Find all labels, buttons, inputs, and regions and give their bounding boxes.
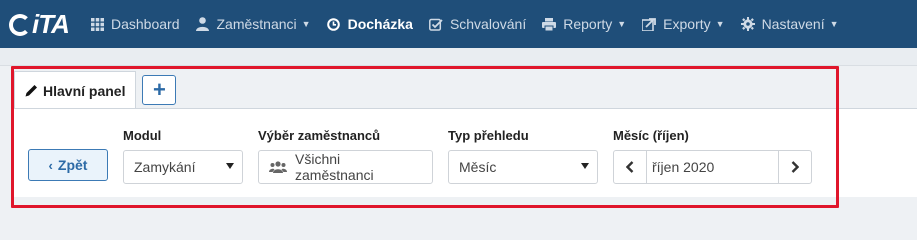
top-navbar: iTA Dashboard Zaměstnanci ▼ Docházka Sch…: [0, 0, 917, 48]
caret-down-icon: [581, 163, 589, 169]
back-button[interactable]: ‹ Zpět: [28, 149, 108, 181]
nav-item-exports[interactable]: Exporty ▼: [634, 0, 732, 48]
back-button-label: Zpět: [57, 157, 88, 173]
tab-main-panel[interactable]: Hlavní panel: [14, 71, 137, 109]
nav-item-dashboard[interactable]: Dashboard: [82, 0, 188, 48]
export-icon: [642, 17, 657, 31]
nav-label: Docházka: [347, 16, 413, 32]
overview-value: Měsíc: [459, 159, 497, 175]
grid-icon: [90, 17, 104, 31]
module-select[interactable]: Zamykání: [123, 150, 243, 184]
month-picker: říjen 2020: [613, 150, 812, 184]
nav-item-attendance[interactable]: Docházka: [319, 0, 421, 48]
employees-label: Výběr zaměstnanců: [258, 128, 381, 143]
month-label: Měsíc (říjen): [613, 128, 689, 143]
overview-select[interactable]: Měsíc: [448, 150, 598, 184]
next-month-button[interactable]: [778, 150, 812, 184]
check-square-icon: [428, 17, 443, 31]
chevron-down-icon: ▼: [715, 19, 725, 29]
gear-icon: [740, 17, 755, 31]
subheader-strip: [0, 48, 917, 66]
logo-text: iTA: [32, 8, 70, 39]
prev-month-button[interactable]: [613, 150, 647, 184]
print-icon: [542, 17, 557, 31]
user-icon: [196, 17, 210, 31]
tab-label: Hlavní panel: [43, 82, 126, 99]
clock-icon: [327, 17, 341, 31]
chevron-left-icon: [626, 161, 634, 173]
employees-select[interactable]: Všichni zaměstnanci: [258, 150, 433, 184]
users-icon: [269, 161, 287, 173]
nav-item-approvals[interactable]: Schvalování: [421, 0, 534, 48]
nav-label: Reporty: [563, 16, 613, 32]
caret-down-icon: [226, 163, 234, 169]
app-logo[interactable]: iTA: [0, 0, 82, 48]
nav-item-reports[interactable]: Reporty ▼: [534, 0, 634, 48]
add-tab-button[interactable]: +: [142, 75, 177, 105]
employees-value: Všichni zaměstnanci: [295, 151, 374, 183]
nav-label: Nastavení: [761, 16, 825, 32]
nav-label: Zaměstnanci: [216, 16, 297, 32]
chevron-left-icon: ‹: [48, 157, 53, 173]
nav-label: Dashboard: [111, 16, 180, 32]
chevron-down-icon: ▼: [617, 19, 627, 29]
chevron-down-icon: ▼: [301, 19, 311, 29]
month-input[interactable]: říjen 2020: [647, 150, 778, 184]
overview-label: Typ přehledu: [448, 128, 529, 143]
nav-label: Schvalování: [449, 16, 527, 32]
chevron-right-icon: [791, 161, 799, 173]
chevron-down-icon: ▼: [829, 19, 839, 29]
module-label: Modul: [123, 128, 162, 143]
panel-tabs: Hlavní panel +: [14, 71, 177, 109]
nav-item-settings[interactable]: Nastavení ▼: [733, 0, 847, 48]
pencil-icon: [25, 84, 38, 97]
nav-item-employees[interactable]: Zaměstnanci ▼: [188, 0, 319, 48]
module-value: Zamykání: [134, 159, 196, 175]
nav-label: Exporty: [663, 16, 711, 32]
logo-mark: [9, 14, 31, 36]
